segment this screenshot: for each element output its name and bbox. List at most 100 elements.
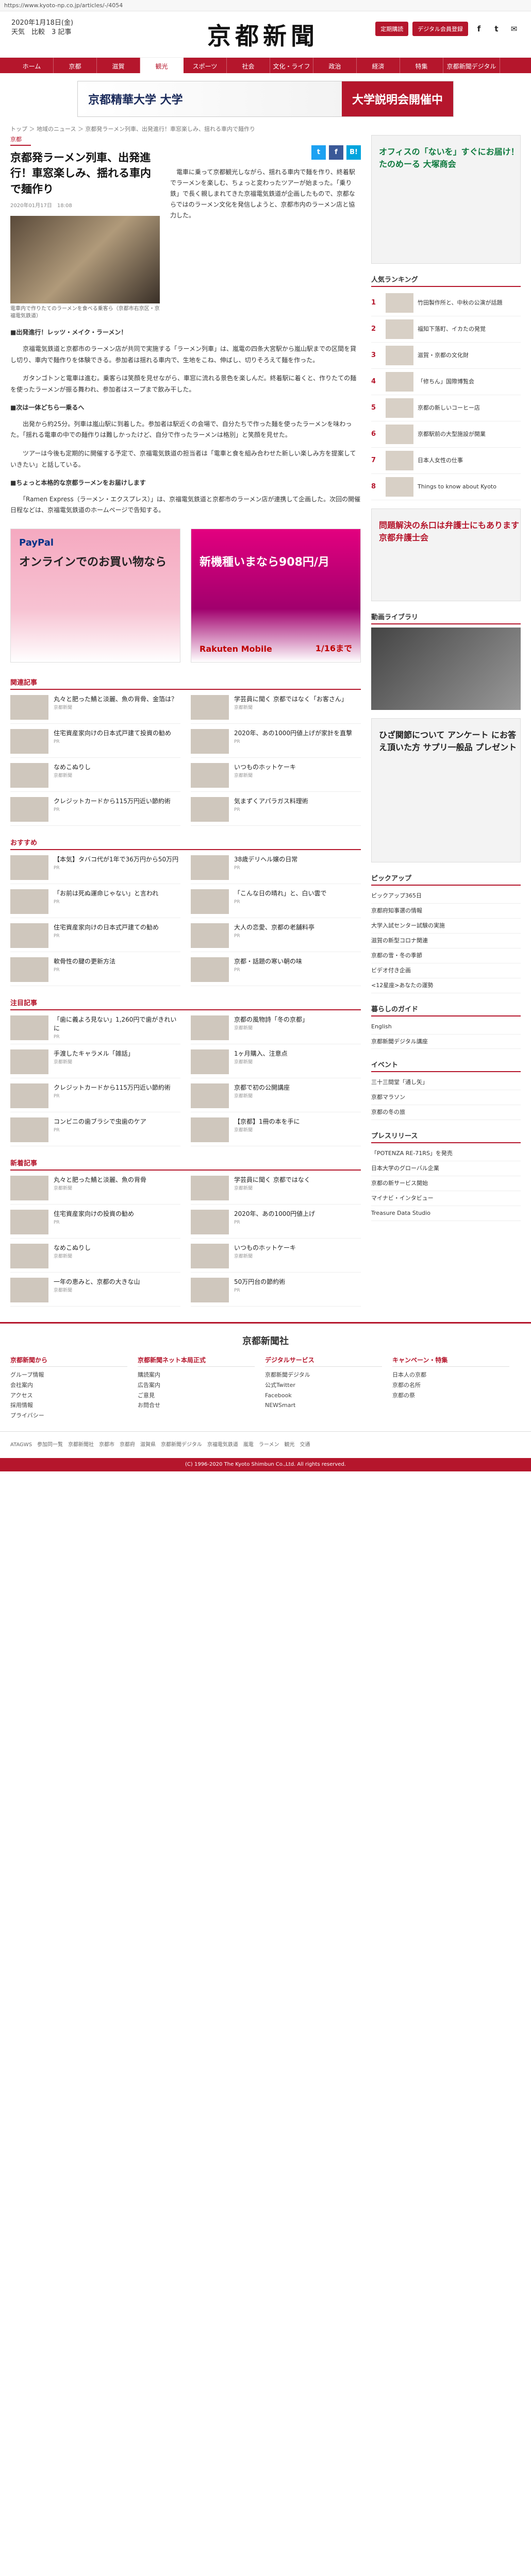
article-card[interactable]: 気まずくアパラガス料理術 PR [191, 792, 361, 826]
tag-cloud[interactable]: ATAGWS 参加同一覧 京都新聞社 京都市 京都府 滋賀県 京都新聞デジタル … [0, 1431, 531, 1458]
nav-culture[interactable]: 文化・ライフ [270, 58, 313, 73]
nav-digital[interactable]: 京都新聞デジタル [443, 58, 500, 73]
footer-link[interactable]: 購読案内 [138, 1370, 255, 1380]
article-card[interactable]: 京都で初の公開講座 京都新聞 [191, 1078, 361, 1113]
sidebar-link[interactable]: <12星座>あなたの運勢 [371, 978, 521, 993]
article-card[interactable]: 38歳デリヘル嬢の日常 PR [191, 850, 361, 885]
footer-link[interactable]: 広告案内 [138, 1380, 255, 1391]
nav-features[interactable]: 特集 [400, 58, 443, 73]
nav-tourism[interactable]: 観光 [140, 58, 184, 73]
sidebar-link[interactable]: 「POTENZA RE-71RS」を発売 [371, 1146, 521, 1162]
mail-icon[interactable]: ✉ [507, 22, 521, 36]
nav-economy[interactable]: 経済 [357, 58, 400, 73]
share-hatena-icon[interactable]: B! [346, 145, 361, 160]
sidebar-link[interactable]: 京都マラソン [371, 1090, 521, 1106]
sidebar-link[interactable]: English [371, 1020, 521, 1035]
footer-link[interactable]: NEWSmart [265, 1400, 382, 1411]
ranking-item[interactable]: 5 京都の新しいコーヒー店 [371, 395, 521, 421]
sidebar-ad-tanomeru[interactable]: オフィスの「ないを」すぐにお届け！たのめーる 大塚商会 [371, 135, 521, 264]
sidebar-link[interactable]: 京都の新サービス開始 [371, 1176, 521, 1192]
article-card[interactable]: 京都の風物詩「冬の京都」 京都新聞 [191, 1010, 361, 1045]
sidebar-link[interactable]: ビデオ付き企画 [371, 963, 521, 978]
top-banner-ad[interactable]: 京都精華大学 大学 大学説明会開催中 [77, 81, 454, 117]
sidebar-link[interactable]: マイナビ・インタビュー [371, 1191, 521, 1206]
sidebar-link[interactable]: 三十三間堂「通し矢」 [371, 1075, 521, 1091]
facebook-icon[interactable]: f [472, 22, 486, 36]
video-player[interactable] [371, 628, 521, 710]
nav-politics[interactable]: 政治 [313, 58, 357, 73]
site-logo[interactable]: 京都新聞 [196, 18, 330, 52]
footer-link[interactable]: 京都の祭 [392, 1391, 509, 1401]
article-card[interactable]: 丸々と肥った鯖と淡麗、魚の背骨 京都新聞 [10, 1171, 180, 1205]
nav-home[interactable]: ホーム [10, 58, 54, 73]
digital-signup-button[interactable]: デジタル会員登録 [412, 22, 468, 36]
footer-link[interactable]: 公式Twitter [265, 1380, 382, 1391]
sidebar-ad-bengoshi[interactable]: 問題解決の糸口は弁護士にもあります 京都弁護士会 [371, 509, 521, 601]
article-card[interactable]: 2020年、あの1000円値上げ PR [191, 1205, 361, 1239]
article-card[interactable]: 丸々と肥った鯖と淡麗、魚の背骨、金箔は？ 京都新聞 [10, 690, 180, 724]
article-card[interactable]: 50万円台の節約術 PR [191, 1273, 361, 1307]
footer-link[interactable]: 採用情報 [10, 1400, 127, 1411]
sidebar-link[interactable]: 京都の冬の旅 [371, 1105, 521, 1121]
section-tag[interactable]: 京都 [10, 135, 31, 146]
article-card[interactable]: 軟骨性の腱の更新方法 PR [10, 952, 180, 987]
article-card[interactable]: 「こんな日の晴れ」と、白い雲で PR [191, 884, 361, 919]
footer-link[interactable]: 京都の名所 [392, 1380, 509, 1391]
article-card[interactable]: 住宅資産家向けの日本式戸建ての勧め PR [10, 918, 180, 953]
article-card[interactable]: コンビニの歯ブラシで虫歯のケア PR [10, 1112, 180, 1147]
rakuten-ad[interactable]: 新機種いまなら908円/月 Rakuten Mobile 1/16まで [191, 529, 361, 663]
sidebar-ad-knee[interactable]: ひざ関節について アンケート にお答え頂いた方 サプリ一般品 プレゼント [371, 718, 521, 862]
sidebar-link[interactable]: 京都の雪・冬の季節 [371, 948, 521, 963]
footer-link[interactable]: Facebook [265, 1391, 382, 1401]
footer-link[interactable]: お問合せ [138, 1400, 255, 1411]
url-bar[interactable]: https://www.kyoto-np.co.jp/articles/-/40… [0, 0, 531, 11]
article-card[interactable]: クレジットカードから115万円近い節約術 PR [10, 792, 180, 826]
article-card[interactable]: なめこぬりし 京都新聞 [10, 758, 180, 792]
paypal-ad[interactable]: PayPal オンラインでのお買い物なら [10, 529, 180, 663]
ranking-item[interactable]: 4 「修ちん」国際博覧会 [371, 369, 521, 395]
ranking-item[interactable]: 7 日本人女性の仕事 [371, 448, 521, 474]
article-card[interactable]: 2020年、あの1000円値上げが家計を直撃 PR [191, 724, 361, 758]
share-facebook-icon[interactable]: f [329, 145, 343, 160]
article-card[interactable]: 住宅資産家向けの日本式戸建て投資の勧め PR [10, 724, 180, 758]
share-twitter-icon[interactable]: t [311, 145, 326, 160]
sidebar-link[interactable]: 滋賀の新型コロナ関連 [371, 934, 521, 948]
article-photo[interactable] [10, 216, 160, 304]
footer-link[interactable]: プライバシー [10, 1411, 127, 1421]
article-card[interactable]: 【京都】1冊の本を手に 京都新聞 [191, 1112, 361, 1147]
article-card[interactable]: 「歯に義よろ見ない」1,260円で歯がきれいに PR [10, 1010, 180, 1045]
ranking-item[interactable]: 2 福知下落町、イカたの発覚 [371, 316, 521, 343]
sidebar-link[interactable]: 京都新聞デジタル講座 [371, 1035, 521, 1049]
article-card[interactable]: 手渡したキャラメル「雑話」 京都新聞 [10, 1044, 180, 1079]
sidebar-link[interactable]: Treasure Data Studio [371, 1206, 521, 1221]
nav-kyoto[interactable]: 京都 [54, 58, 97, 73]
article-card[interactable]: 1ヶ月購入、注意点 京都新聞 [191, 1044, 361, 1079]
footer-link[interactable]: 日本人の京都 [392, 1370, 509, 1380]
article-card[interactable]: いつものホットケーキ 京都新聞 [191, 758, 361, 792]
footer-logo[interactable]: 京都新聞社 [10, 1334, 521, 1347]
nav-sports[interactable]: スポーツ [184, 58, 227, 73]
footer-link[interactable]: グループ情報 [10, 1370, 127, 1380]
article-card[interactable]: 学芸員に聞く 京都ではなく「お客さん」 京都新聞 [191, 690, 361, 724]
article-card[interactable]: 【本気】タバコ代が1年で36万円から50万円 PR [10, 850, 180, 885]
footer-link[interactable]: アクセス [10, 1391, 127, 1401]
ranking-item[interactable]: 8 Things to know about Kyoto [371, 474, 521, 500]
article-card[interactable]: 一年の恵みと、京都の大きな山 京都新聞 [10, 1273, 180, 1307]
article-card[interactable]: 住宅資産家向けの投資の勧め PR [10, 1205, 180, 1239]
sidebar-link[interactable]: ピックアップ365日 [371, 889, 521, 904]
footer-link[interactable]: 会社案内 [10, 1380, 127, 1391]
sidebar-link[interactable]: 大学入試センター試験の実施 [371, 919, 521, 934]
article-card[interactable]: 「お前は死ぬ運命じゃない」と言われ PR [10, 884, 180, 919]
article-card[interactable]: 学芸員に聞く 京都ではなく 京都新聞 [191, 1171, 361, 1205]
ranking-item[interactable]: 1 竹田製作所と、中秋の公演が話題 [371, 290, 521, 316]
ranking-item[interactable]: 6 京都駅前の大型施設が開業 [371, 421, 521, 448]
article-card[interactable]: なめこぬりし 京都新聞 [10, 1239, 180, 1273]
sidebar-link[interactable]: 日本大学のグローバル企業 [371, 1161, 521, 1177]
ranking-item[interactable]: 3 滋賀・京都の文化財 [371, 343, 521, 369]
article-card[interactable]: 京都・話題の寒い朝の味 PR [191, 952, 361, 987]
sidebar-link[interactable]: 京都府知事選の情報 [371, 904, 521, 919]
footer-link[interactable]: ご意見 [138, 1391, 255, 1401]
twitter-icon[interactable]: t [490, 22, 503, 36]
footer-link[interactable]: 京都新聞デジタル [265, 1370, 382, 1380]
nav-shiga[interactable]: 滋賀 [97, 58, 140, 73]
